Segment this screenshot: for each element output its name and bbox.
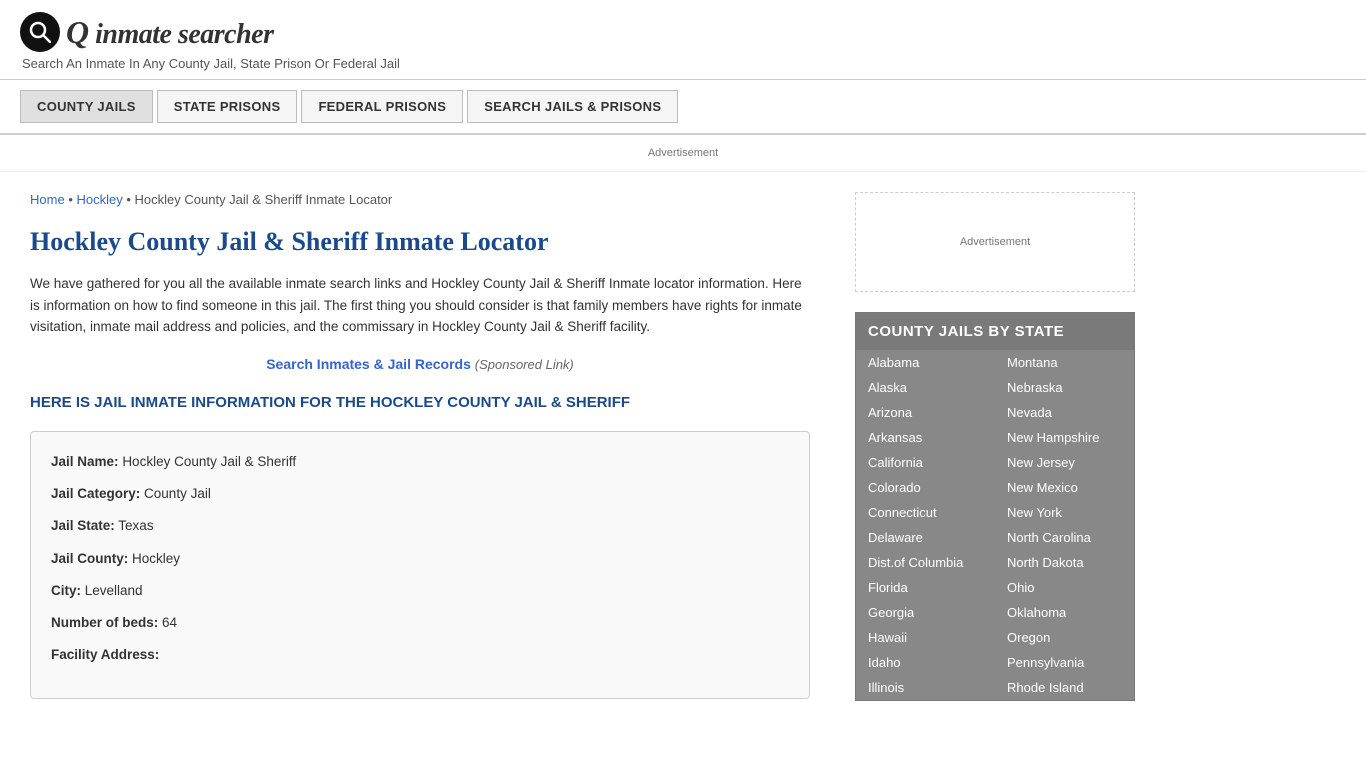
state-col-left: AlabamaAlaskaArizonaArkansasCaliforniaCo… (856, 350, 995, 700)
state-link-connecticut[interactable]: Connecticut (856, 500, 995, 525)
sidebar: Advertisement COUNTY JAILS BY STATE Alab… (840, 172, 1150, 721)
jail-name-label: Jail Name: (51, 454, 119, 469)
state-link-ohio[interactable]: Ohio (995, 575, 1134, 600)
city-value: Levelland (85, 583, 143, 598)
info-box: Jail Name: Hockley County Jail & Sheriff… (30, 431, 810, 699)
section-heading: HERE IS JAIL INMATE INFORMATION FOR THE … (30, 392, 810, 413)
state-link-new-mexico[interactable]: New Mexico (995, 475, 1134, 500)
sidebar-ad: Advertisement (855, 192, 1135, 292)
jail-county-value: Hockley (132, 551, 180, 566)
jail-name-row: Jail Name: Hockley County Jail & Sheriff (51, 452, 789, 472)
header: Q inmate searcher Search An Inmate In An… (0, 0, 1366, 80)
jail-county-label: Jail County: (51, 551, 128, 566)
state-list-grid: AlabamaAlaskaArizonaArkansasCaliforniaCo… (856, 350, 1134, 700)
jail-category-value-text: County Jail (144, 486, 211, 501)
sponsored-link[interactable]: Search Inmates & Jail Records (266, 356, 471, 372)
address-row: Facility Address: (51, 645, 789, 665)
state-list-title: COUNTY JAILS BY STATE (856, 313, 1134, 350)
state-link-colorado[interactable]: Colorado (856, 475, 995, 500)
state-link-california[interactable]: California (856, 450, 995, 475)
state-link-new-hampshire[interactable]: New Hampshire (995, 425, 1134, 450)
jail-state-value: Texas (118, 518, 153, 533)
state-link-idaho[interactable]: Idaho (856, 650, 995, 675)
state-link-oregon[interactable]: Oregon (995, 625, 1134, 650)
jail-county-row: Jail County: Hockley (51, 549, 789, 569)
logo-icon (20, 12, 60, 52)
beds-label: Number of beds: (51, 615, 158, 630)
state-link-florida[interactable]: Florida (856, 575, 995, 600)
main-content: Home • Hockley • Hockley County Jail & S… (0, 172, 840, 721)
state-link-new-york[interactable]: New York (995, 500, 1134, 525)
state-link-arkansas[interactable]: Arkansas (856, 425, 995, 450)
state-link-georgia[interactable]: Georgia (856, 600, 995, 625)
state-col-right: MontanaNebraskaNevadaNew HampshireNew Je… (995, 350, 1134, 700)
beds-row: Number of beds: 64 (51, 613, 789, 633)
sponsored-link-area: Search Inmates & Jail Records (Sponsored… (30, 356, 810, 372)
state-link-alaska[interactable]: Alaska (856, 375, 995, 400)
state-link-montana[interactable]: Montana (995, 350, 1134, 375)
logo-area: Q inmate searcher (20, 12, 1346, 52)
state-link-alabama[interactable]: Alabama (856, 350, 995, 375)
nav-bar: COUNTY JAILS STATE PRISONS FEDERAL PRISO… (0, 80, 1366, 135)
jail-category-row: Jail Category: County Jail (51, 484, 789, 504)
nav-county-jails[interactable]: COUNTY JAILS (20, 90, 153, 123)
state-link-dist.of-columbia[interactable]: Dist.of Columbia (856, 550, 995, 575)
jail-state-row: Jail State: Texas (51, 516, 789, 536)
city-label: City: (51, 583, 81, 598)
breadcrumb-hockley[interactable]: Hockley (76, 192, 122, 207)
nav-search-jails[interactable]: SEARCH JAILS & PRISONS (467, 90, 678, 123)
page-title: Hockley County Jail & Sheriff Inmate Loc… (30, 227, 810, 257)
nav-state-prisons[interactable]: STATE PRISONS (157, 90, 298, 123)
description-text: We have gathered for you all the availab… (30, 273, 810, 338)
main-layout: Home • Hockley • Hockley County Jail & S… (0, 172, 1366, 721)
site-tagline: Search An Inmate In Any County Jail, Sta… (20, 56, 1346, 71)
state-link-arizona[interactable]: Arizona (856, 400, 995, 425)
state-link-north-carolina[interactable]: North Carolina (995, 525, 1134, 550)
site-logo-text[interactable]: Q inmate searcher (66, 14, 274, 51)
breadcrumb: Home • Hockley • Hockley County Jail & S… (30, 192, 810, 207)
jail-state-label: Jail State: (51, 518, 115, 533)
breadcrumb-home[interactable]: Home (30, 192, 65, 207)
beds-value: 64 (162, 615, 177, 630)
sidebar-ad-label: Advertisement (960, 236, 1030, 248)
sponsored-label: (Sponsored Link) (475, 357, 574, 372)
state-list-box: COUNTY JAILS BY STATE AlabamaAlaskaArizo… (855, 312, 1135, 701)
state-link-nevada[interactable]: Nevada (995, 400, 1134, 425)
ad-label-top: Advertisement (648, 147, 718, 159)
jail-name-value-text: Hockley County Jail & Sheriff (122, 454, 296, 469)
state-link-north-dakota[interactable]: North Dakota (995, 550, 1134, 575)
address-label: Facility Address: (51, 647, 159, 662)
nav-federal-prisons[interactable]: FEDERAL PRISONS (301, 90, 463, 123)
breadcrumb-current: Hockley County Jail & Sheriff Inmate Loc… (135, 192, 393, 207)
breadcrumb-sep2: • (126, 192, 134, 207)
state-link-illinois[interactable]: Illinois (856, 675, 995, 700)
city-row: City: Levelland (51, 581, 789, 601)
jail-category-label: Jail Category: (51, 486, 140, 501)
state-link-oklahoma[interactable]: Oklahoma (995, 600, 1134, 625)
state-link-rhode-island[interactable]: Rhode Island (995, 675, 1134, 700)
state-link-hawaii[interactable]: Hawaii (856, 625, 995, 650)
state-link-delaware[interactable]: Delaware (856, 525, 995, 550)
ad-banner-top: Advertisement (0, 135, 1366, 172)
state-link-pennsylvania[interactable]: Pennsylvania (995, 650, 1134, 675)
state-link-new-jersey[interactable]: New Jersey (995, 450, 1134, 475)
state-link-nebraska[interactable]: Nebraska (995, 375, 1134, 400)
